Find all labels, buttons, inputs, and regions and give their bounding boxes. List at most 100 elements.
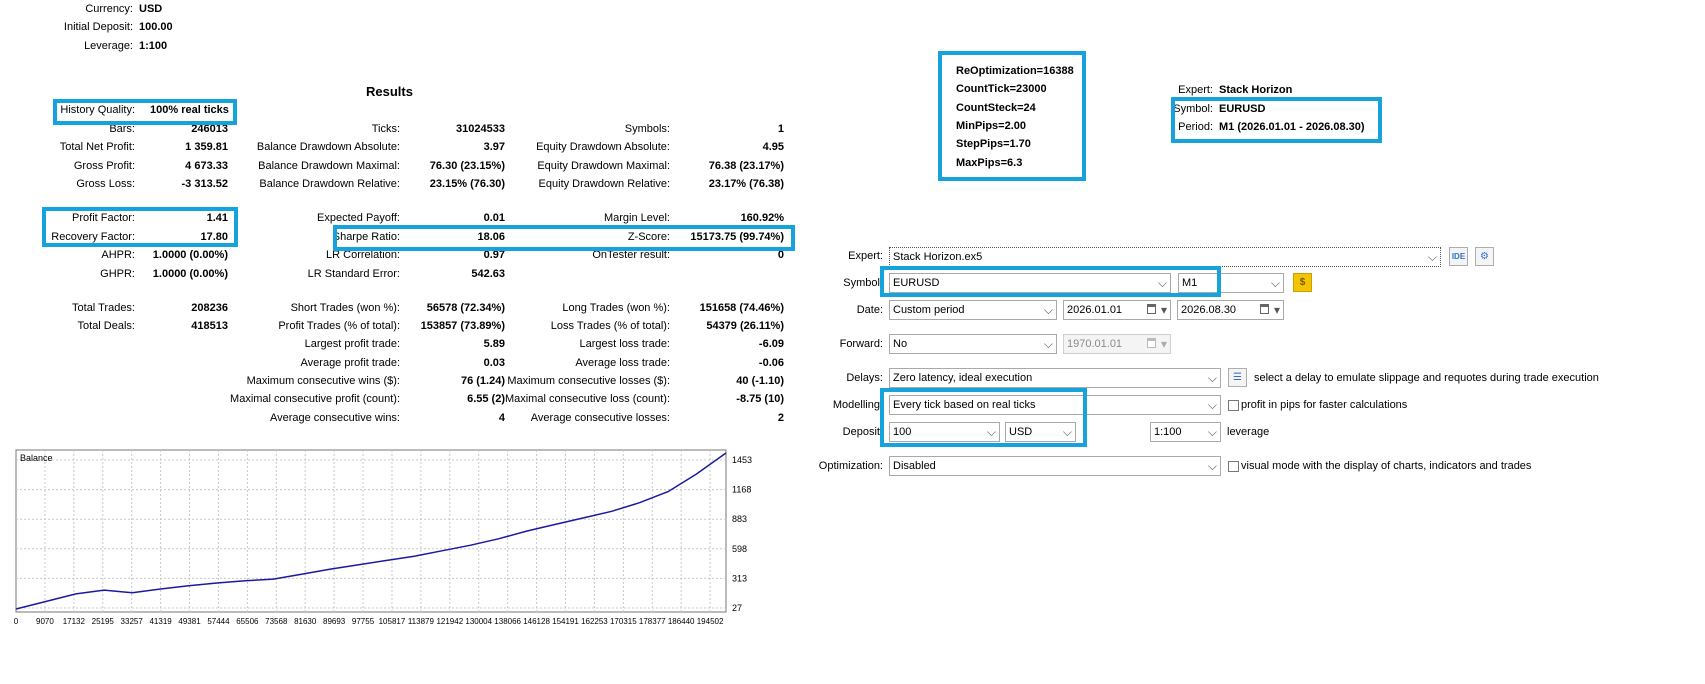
result-value: -6.09 — [758, 338, 784, 350]
calendar-icon — [1147, 338, 1156, 348]
profit-in-pips-checkbox[interactable] — [1228, 400, 1239, 411]
chart-x-tick: 170315 — [610, 617, 637, 626]
result-value: 4.95 — [762, 141, 784, 153]
leverage-value: 1:100 — [139, 40, 168, 52]
latency-settings-button[interactable]: ☰ — [1228, 368, 1247, 387]
factors-highlight — [42, 207, 238, 247]
date-from-picker[interactable]: 2026.01.01 ▾ — [1063, 300, 1171, 320]
forward-date-value: 1970.01.01 — [1067, 338, 1123, 350]
expert-select-value: Stack Horizon.ex5 — [893, 251, 983, 263]
date-to-value: 2026.08.30 — [1181, 304, 1237, 316]
result-value: 151658 (74.46%) — [699, 302, 784, 314]
date-mode-select[interactable]: Custom period ⌵ — [889, 300, 1057, 320]
param-line: MinPips=2.00 — [956, 119, 1027, 132]
result-label: Equity Drawdown Absolute: — [536, 141, 670, 153]
param-line: CountTick=23000 — [956, 83, 1047, 96]
param-line: StepPips=1.70 — [956, 138, 1031, 151]
result-value: 542.63 — [471, 268, 505, 280]
date-to-picker[interactable]: 2026.08.30 ▾ — [1177, 300, 1284, 320]
chart-x-tick: 130004 — [465, 617, 492, 626]
chart-x-tick: 186440 — [668, 617, 695, 626]
chart-y-tick: 1453 — [732, 455, 752, 465]
calendar-icon — [1260, 304, 1269, 314]
result-label: Balance Drawdown Relative: — [259, 178, 400, 190]
result-label: Maximum consecutive losses ($): — [507, 375, 670, 387]
result-label: Average loss trade: — [575, 357, 670, 369]
chart-title: Balance — [20, 453, 53, 463]
result-label: Average consecutive wins: — [269, 412, 400, 424]
result-label: Profit Trades (% of total): — [278, 320, 400, 332]
dollar-icon: $ — [1299, 277, 1306, 288]
form-deposit-label: Deposit: — [842, 426, 883, 438]
chart-y-tick: 883 — [732, 514, 747, 524]
result-label: Short Trades (won %): — [290, 302, 400, 314]
result-label: Margin Level: — [603, 212, 670, 224]
result-label: Maximal consecutive profit (count): — [230, 393, 400, 405]
chart-x-tick: 49381 — [178, 617, 201, 626]
symbol-properties-button[interactable]: $ — [1293, 273, 1312, 292]
delays-hint: select a delay to emulate slippage and r… — [1254, 372, 1599, 384]
result-value: 76.38 (23.17%) — [708, 160, 784, 172]
dropdown-arrow-icon: ⌵ — [1427, 250, 1437, 264]
currency-value: USD — [139, 3, 163, 15]
result-label: Largest profit trade: — [304, 338, 400, 350]
delays-select[interactable]: Zero latency, ideal execution ⌵ — [889, 368, 1221, 388]
form-date-label: Date: — [856, 304, 883, 316]
chart-x-tick: 194502 — [697, 617, 724, 626]
chart-frame — [15, 449, 727, 613]
dropdown-arrow-icon: ⌵ — [1207, 425, 1217, 439]
result-label: Equity Drawdown Maximal: — [537, 160, 670, 172]
info-expert-value: Stack Horizon — [1219, 84, 1293, 96]
result-value: 54379 (26.11%) — [706, 320, 784, 332]
form-optimization-label: Optimization: — [818, 460, 883, 472]
form-modelling-label: Modelling: — [832, 399, 883, 411]
chart-x-tick: 105817 — [379, 617, 406, 626]
profit-in-pips-label: profit in pips for faster calculations — [1241, 399, 1408, 411]
chart-y-tick: 27 — [732, 603, 742, 613]
result-label: Average consecutive losses: — [530, 412, 670, 424]
leverage-select-value: 1:100 — [1154, 426, 1182, 438]
result-label: Maximal consecutive loss (count): — [504, 393, 670, 405]
chart-x-tick: 25195 — [92, 617, 115, 626]
dropdown-arrow-icon: ▾ — [1273, 303, 1280, 317]
dropdown-arrow-icon: ▾ — [1160, 303, 1167, 317]
ide-button[interactable]: IDE — [1449, 247, 1468, 266]
expert-settings-button[interactable]: ⚙ — [1475, 247, 1494, 266]
sharpe-zscore-highlight — [333, 225, 795, 251]
result-value: -0.06 — [758, 357, 784, 369]
form-symbol-label: Symbol: — [843, 277, 883, 289]
chart-y-tick: 598 — [732, 544, 747, 554]
chart-y-tick: 313 — [732, 573, 747, 583]
ide-icon: IDE — [1451, 252, 1466, 261]
modelling-deposit-highlight — [880, 388, 1087, 447]
expert-select[interactable]: Stack Horizon.ex5 ⌵ — [889, 247, 1441, 267]
param-line: ReOptimization=16388 — [956, 65, 1074, 77]
leverage-select[interactable]: 1:100 ⌵ — [1150, 422, 1221, 442]
chart-x-tick: 17132 — [63, 617, 86, 626]
dropdown-arrow-icon: ▾ — [1160, 337, 1167, 351]
history-quality-highlight — [53, 99, 237, 125]
calendar-icon — [1147, 304, 1156, 314]
info-expert-label: Expert: — [1178, 84, 1213, 96]
chart-x-tick: 73568 — [265, 617, 288, 626]
chart-y-tick: 1168 — [732, 485, 751, 495]
dropdown-arrow-icon: ⌵ — [1043, 337, 1053, 351]
result-value: 1 — [777, 123, 784, 135]
chart-x-tick: 41319 — [149, 617, 172, 626]
visual-mode-checkbox[interactable] — [1228, 461, 1239, 472]
chart-x-tick: 113879 — [408, 617, 435, 626]
chart-x-tick: 146128 — [523, 617, 550, 626]
initial-deposit-label: Initial Deposit: — [63, 21, 133, 33]
result-value: -8.75 (10) — [736, 393, 784, 405]
result-value: 2 — [777, 412, 784, 424]
result-label: Balance Drawdown Absolute: — [256, 141, 400, 153]
symbol-period-highlight — [1171, 97, 1382, 143]
forward-select-value: No — [893, 338, 908, 350]
result-label: Long Trades (won %): — [562, 302, 670, 314]
param-line: MaxPips=6.3 — [956, 156, 1023, 169]
forward-date-picker[interactable]: 1970.01.01 ▾ — [1063, 334, 1171, 354]
initial-deposit-value: 100.00 — [139, 21, 173, 33]
optimization-select[interactable]: Disabled ⌵ — [889, 456, 1221, 476]
forward-select[interactable]: No ⌵ — [889, 334, 1057, 354]
chart-x-tick: 97755 — [352, 617, 375, 626]
